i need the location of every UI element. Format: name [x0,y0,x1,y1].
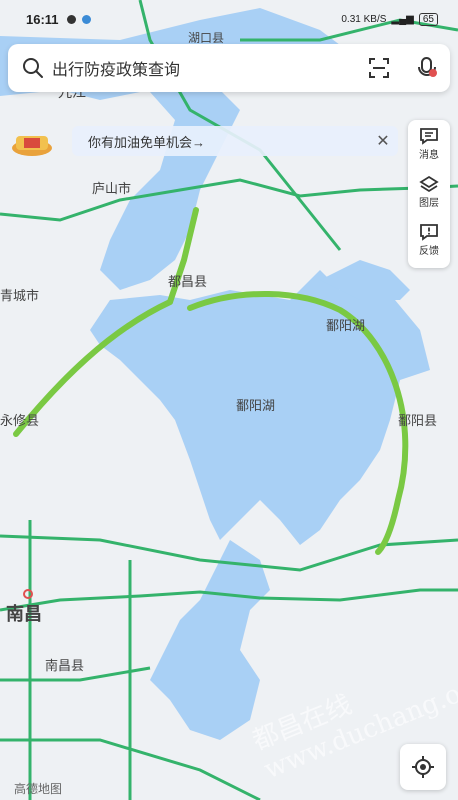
net-speed: 0.31 KB/S [341,13,387,25]
crosshair-icon [412,756,434,778]
voice-icon[interactable] [416,56,438,80]
message-icon [420,128,438,145]
locate-button[interactable] [400,744,446,790]
location-icon [81,14,91,24]
side-item-message[interactable]: 消息 [408,120,450,168]
signal-icon: ▂▄▆ [391,13,414,25]
search-icon [23,58,43,78]
side-item-label: 消息 [419,150,439,161]
side-panel: 消息 图层 反馈 [408,120,450,268]
status-bar: 16:11 0.31 KB/S ▂▄▆ 65 [0,0,458,38]
side-item-label: 反馈 [419,246,439,257]
side-item-layers[interactable]: 图层 [408,168,450,216]
map-attribution: 高德地图 [14,782,63,796]
layers-icon [419,175,439,193]
promo-text[interactable]: 你有加油免单机会→ [88,132,368,151]
side-item-label: 图层 [419,198,439,209]
scan-icon[interactable] [368,57,390,79]
feedback-icon [420,224,438,241]
gift-box-icon[interactable] [10,126,54,162]
app-notification-icon [66,14,76,24]
search-input[interactable]: 出行防疫政策查询 [52,56,368,80]
battery-icon: 65 [418,12,438,26]
promo-banner[interactable]: 你有加油免单机会→ ✕ [72,126,398,156]
close-icon[interactable]: ✕ [368,131,398,151]
search-bar[interactable]: 出行防疫政策查询 [8,44,450,92]
side-item-feedback[interactable]: 反馈 [408,216,450,264]
status-time: 16:11 [26,11,59,27]
